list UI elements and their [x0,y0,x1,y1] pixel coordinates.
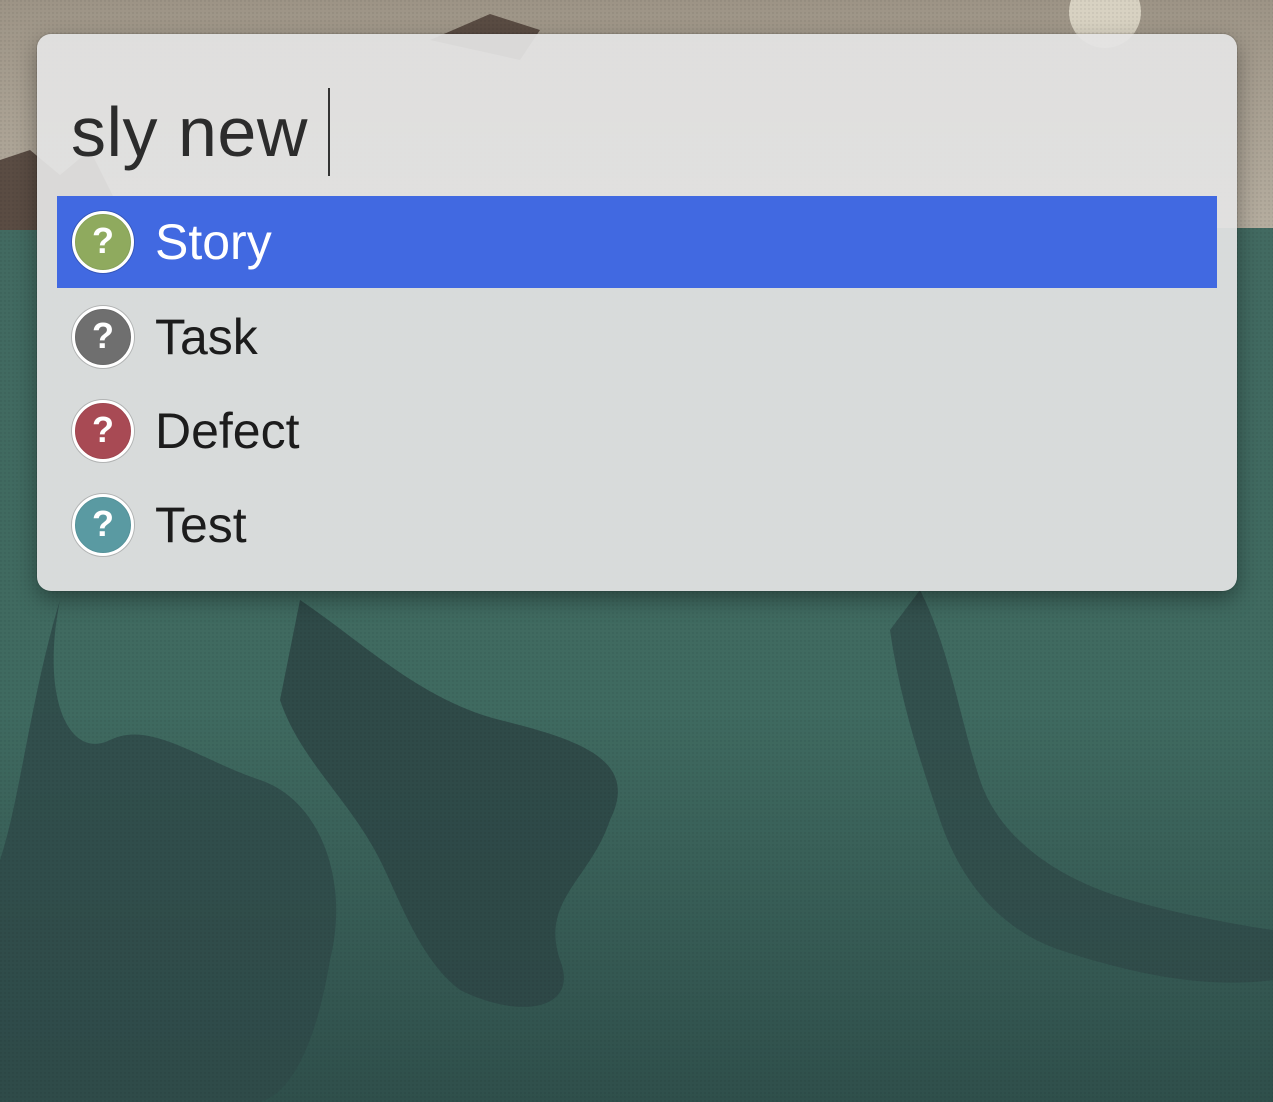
launcher-panel: sly new ? Story ? Task ? Defect ? Test [37,34,1237,591]
results-list: ? Story ? Task ? Defect ? Test [57,196,1217,572]
question-glyph: ? [92,220,114,261]
search-query-text[interactable]: sly new [71,97,308,167]
question-icon: ? [72,306,134,368]
question-icon: ? [72,494,134,556]
result-item-defect[interactable]: ? Defect [57,384,1217,478]
question-icon: ? [72,211,134,273]
result-item-test[interactable]: ? Test [57,478,1217,572]
text-caret [327,88,330,176]
result-label: Test [155,497,247,553]
question-icon: ? [72,400,134,462]
question-glyph: ? [92,409,114,450]
result-item-task[interactable]: ? Task [57,290,1217,384]
result-label: Defect [155,403,300,459]
result-label: Task [155,309,258,365]
question-glyph: ? [92,503,114,544]
result-item-story[interactable]: ? Story [57,196,1217,288]
question-glyph: ? [92,315,114,356]
result-label: Story [155,214,272,270]
search-field[interactable]: sly new [71,70,1171,194]
